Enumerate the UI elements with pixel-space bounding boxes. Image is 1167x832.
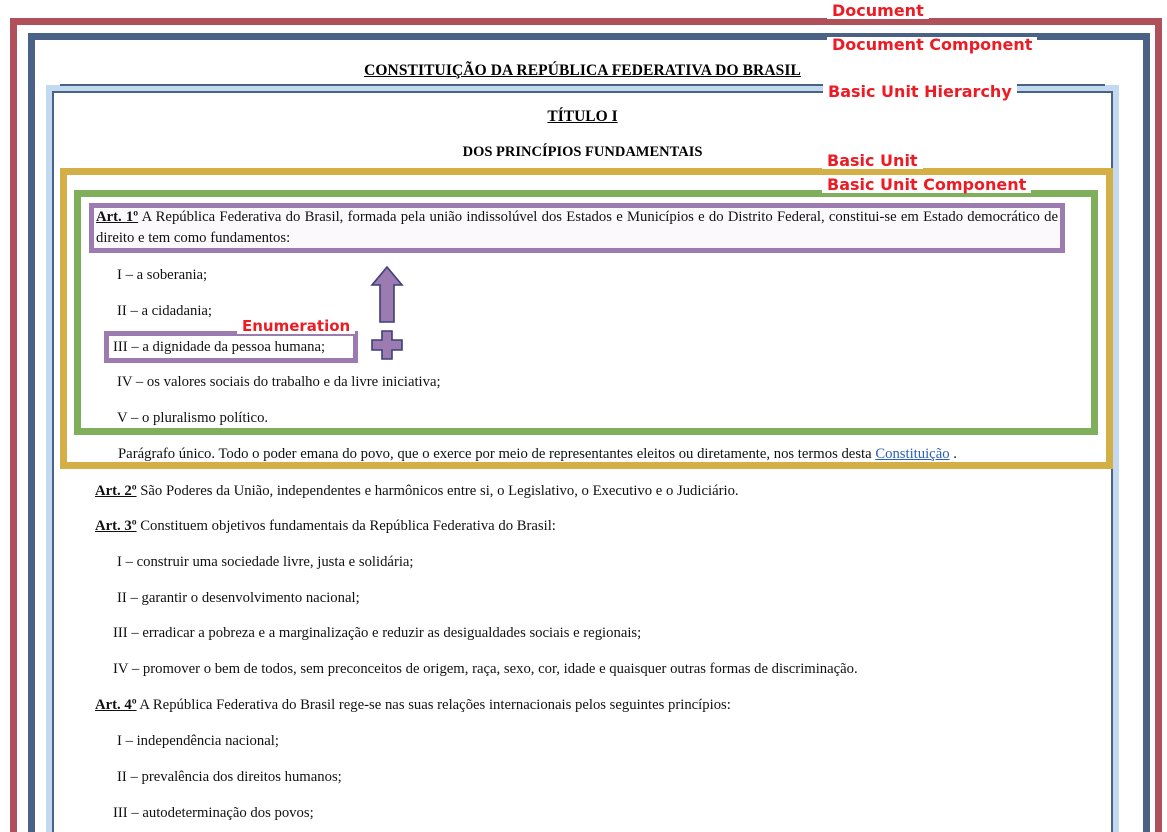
paragrafo-label: Parágrafo único. [118,446,216,462]
article-3-paragraph: Art. 3º Constituem objetivos fundamentai… [95,516,1055,537]
paragrafo-tail: . [949,446,957,462]
list-item: I – a soberania; [117,267,208,283]
list-item: II – a cidadania; [117,303,213,319]
plus-icon [371,330,403,360]
list-item: V – o pluralismo político. [117,410,269,426]
article-4-number: Art. 4º [95,697,137,713]
paragrafo-text: Todo o poder emana do povo, que o exerce… [215,446,876,462]
article-2-text: São Poderes da União, independentes e ha… [136,483,739,499]
list-item: I – construir uma sociedade livre, justa… [117,554,414,570]
constituicao-link[interactable]: Constituição [875,446,949,462]
list-item: III – erradicar a pobreza e a marginaliz… [113,625,642,641]
article-1-paragraph: Art. 1º A República Federativa do Brasil… [96,207,1058,249]
list-item: IV – os valores sociais do trabalho e da… [117,374,441,390]
list-item: I – independência nacional; [117,733,279,749]
annotation-document-component: Document Component [827,37,1038,53]
paragrafo-unico: Parágrafo único. Todo o poder emana do p… [118,444,1053,465]
titulo-heading: TÍTULO I [547,108,618,125]
article-4-paragraph: Art. 4º A República Federativa do Brasil… [95,695,1055,716]
article-4-text: A República Federativa do Brasil rege-se… [136,697,731,713]
list-item: IV – promover o bem de todos, sem precon… [113,661,858,677]
list-item: II – garantir o desenvolvimento nacional… [117,590,360,606]
article-2-paragraph: Art. 2º São Poderes da União, independen… [95,481,1055,502]
subtitulo-heading: DOS PRINCÍPIOS FUNDAMENTAIS [462,144,703,160]
figure-root: CONSTITUIÇÃO DA REPÚBLICA FEDERATIVA DO … [0,0,1167,832]
list-item: III – a dignidade da pessoa humana; [113,339,326,355]
up-arrow-icon [370,265,404,323]
list-item: II – prevalência dos direitos humanos; [117,769,342,785]
annotation-basic-unit-component: Basic Unit Component [822,177,1032,193]
article-1-text: A República Federativa do Brasil, formad… [96,209,1058,246]
article-3-text: Constituem objetivos fundamentais da Rep… [136,518,556,534]
article-2-number: Art. 2º [95,483,137,499]
list-item: III – autodeterminação dos povos; [113,805,314,821]
annotation-basic-unit-hierarchy: Basic Unit Hierarchy [823,84,1017,100]
annotation-basic-unit: Basic Unit [822,153,923,169]
annotation-document: Document [827,3,929,19]
annotation-enumeration: Enumeration [237,319,356,334]
article-1-number: Art. 1º [96,209,139,225]
article-3-number: Art. 3º [95,518,137,534]
document-title: CONSTITUIÇÃO DA REPÚBLICA FEDERATIVA DO … [364,62,801,79]
